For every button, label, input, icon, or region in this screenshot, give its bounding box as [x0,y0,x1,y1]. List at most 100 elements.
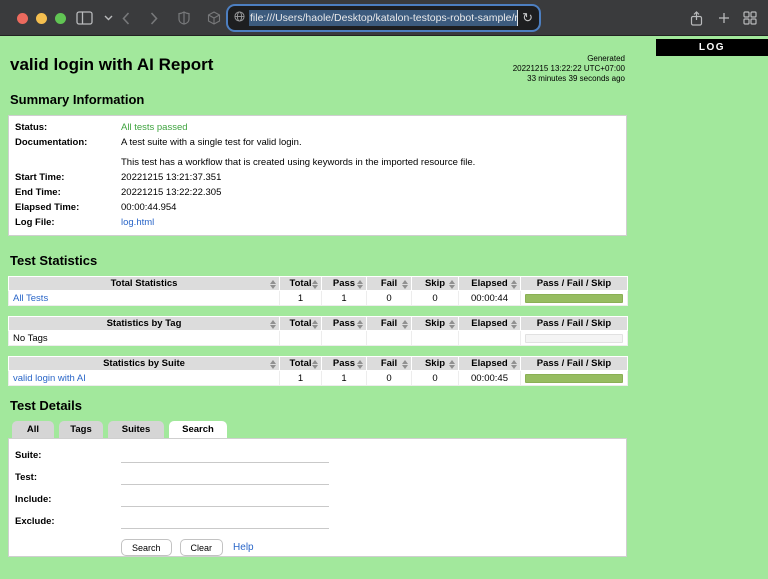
fail-value: 0 [367,371,412,386]
table-row: All Tests 1 1 0 0 00:00:44 [9,291,628,306]
share-icon[interactable] [684,6,708,30]
back-button[interactable] [114,6,138,30]
exclude-input[interactable] [121,513,329,529]
column-header-name[interactable]: Total Statistics [9,277,280,291]
column-header-name[interactable]: Statistics by Tag [9,317,280,331]
tab-overview-icon[interactable] [738,6,762,30]
sort-icon [511,280,518,289]
log-file-link[interactable]: log.html [121,216,154,229]
tag-statistics-table: Statistics by Tag Total Pass Fail Skip E… [8,316,628,346]
elapsed-value [459,331,521,346]
pass-fail-skip-bar [525,374,623,383]
include-field-label: Include: [15,491,121,505]
page-title: valid login with AI Report [10,55,768,75]
table-row: valid login with AI 1 1 0 0 00:00:45 [9,371,628,386]
column-header-total[interactable]: Total [280,317,322,331]
search-button[interactable]: Search [121,539,172,556]
column-header-elapsed[interactable]: Elapsed [459,357,521,371]
sort-icon [270,280,277,289]
privacy-shield-icon[interactable] [172,6,196,30]
test-input[interactable] [121,469,329,485]
report-page: LOG Generated 20221215 13:22:22 UTC+07:0… [0,37,768,579]
tab-search[interactable]: Search [169,421,227,438]
all-tests-link[interactable]: All Tests [13,293,48,304]
fail-value: 0 [367,291,412,306]
url-text: file:///Users/haole/Desktop/katalon-test… [249,10,518,26]
suite-input[interactable] [121,447,329,463]
sort-icon [511,360,518,369]
suite-statistics-table: Statistics by Suite Total Pass Fail Skip… [8,356,628,386]
documentation-line2: This test has a workflow that is created… [121,156,475,169]
pass-value: 1 [322,291,367,306]
skip-value: 0 [412,371,459,386]
column-header-pass[interactable]: Pass [322,317,367,331]
test-field-label: Test: [15,469,121,483]
minimize-window-button[interactable] [36,13,47,24]
column-header-name[interactable]: Statistics by Suite [9,357,280,371]
pass-value [322,331,367,346]
column-header-fail[interactable]: Fail [367,277,412,291]
column-header-skip[interactable]: Skip [412,317,459,331]
summary-panel: Status: All tests passed Documentation: … [8,115,627,236]
skip-value: 0 [412,291,459,306]
sort-icon [402,320,409,329]
column-header-skip[interactable]: Skip [412,277,459,291]
status-value: All tests passed [121,121,188,134]
pass-fail-skip-bar [525,294,623,303]
sort-icon [449,320,456,329]
documentation-line1: A test suite with a single test for vali… [121,136,302,149]
suite-link[interactable]: valid login with AI [13,373,86,384]
suite-field-label: Suite: [15,447,121,461]
sort-icon [312,360,319,369]
statistics-heading: Test Statistics [10,253,768,268]
column-header-total[interactable]: Total [280,357,322,371]
column-header-graph: Pass / Fail / Skip [521,357,628,371]
elapsed-time-value: 00:00:44.954 [121,201,176,214]
column-header-elapsed[interactable]: Elapsed [459,317,521,331]
column-header-total[interactable]: Total [280,277,322,291]
reload-icon[interactable]: ↻ [518,10,533,26]
search-panel: Suite: Test: Include: Exclude: Search Cl… [8,438,627,557]
forward-button[interactable] [142,6,166,30]
column-header-elapsed[interactable]: Elapsed [459,277,521,291]
close-window-button[interactable] [17,13,28,24]
sort-icon [402,360,409,369]
details-heading: Test Details [10,398,768,413]
zoom-window-button[interactable] [55,13,66,24]
column-header-pass[interactable]: Pass [322,277,367,291]
tab-suites[interactable]: Suites [108,421,164,438]
generated-info: Generated 20221215 13:22:22 UTC+07:00 33… [513,54,625,84]
sort-icon [357,320,364,329]
log-button[interactable]: LOG [656,39,768,56]
url-field[interactable]: file:///Users/haole/Desktop/katalon-test… [228,6,539,30]
sort-icon [402,280,409,289]
column-header-skip[interactable]: Skip [412,357,459,371]
sort-icon [357,360,364,369]
include-input[interactable] [121,491,329,507]
clear-button[interactable]: Clear [180,539,224,556]
extensions-cube-icon[interactable] [202,6,226,30]
log-file-label: Log File: [15,216,121,229]
tab-all[interactable]: All [12,421,54,438]
sidebar-icon[interactable] [72,6,96,30]
browser-window: file:///Users/haole/Desktop/katalon-test… [0,0,768,579]
skip-value [412,331,459,346]
summary-heading: Summary Information [10,92,768,107]
sort-icon [312,280,319,289]
column-header-fail[interactable]: Fail [367,357,412,371]
window-controls [17,13,66,24]
globe-icon [234,9,245,27]
total-statistics-table: Total Statistics Total Pass Fail Skip El… [8,276,628,306]
elapsed-value: 00:00:44 [459,291,521,306]
new-tab-icon[interactable] [712,6,736,30]
column-header-fail[interactable]: Fail [367,317,412,331]
exclude-field-label: Exclude: [15,513,121,527]
total-value: 1 [280,371,322,386]
tab-tags[interactable]: Tags [59,421,103,438]
sort-icon [270,320,277,329]
column-header-pass[interactable]: Pass [322,357,367,371]
browser-toolbar: file:///Users/haole/Desktop/katalon-test… [0,0,768,36]
sort-icon [357,280,364,289]
help-link[interactable]: Help [233,542,254,553]
column-header-graph: Pass / Fail / Skip [521,317,628,331]
